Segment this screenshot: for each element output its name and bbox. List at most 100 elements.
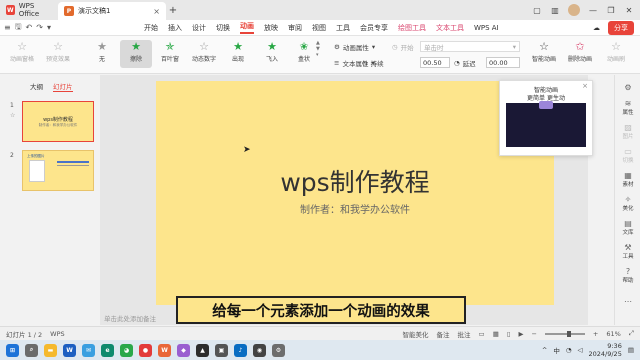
anim-fly-in[interactable]: ★ 飞入 — [256, 40, 288, 63]
smart-anim-button[interactable]: ☆ 智能动画 — [528, 40, 560, 63]
app3-icon[interactable]: ▲ — [196, 343, 209, 357]
app6-icon[interactable]: ◉ — [253, 343, 266, 357]
preview-button[interactable]: ☆ 预览效果 — [42, 40, 74, 63]
anim-dynamic-number[interactable]: ☆ 动态数字 — [188, 40, 220, 63]
menu-start[interactable]: 开始 — [144, 23, 158, 33]
zoom-slider[interactable] — [544, 330, 585, 337]
slide-thumbnail-1[interactable]: wps制作教程 制作者：和我学办公软件 — [22, 101, 94, 142]
app-icon[interactable]: ● — [139, 343, 152, 357]
sidebar-more[interactable]: ⋯ — [615, 297, 640, 306]
clock[interactable]: 9:36 2024/9/25 — [589, 342, 622, 358]
grid-view-icon[interactable]: ▦ — [493, 330, 499, 338]
tab-slides[interactable]: 幻灯片 — [53, 81, 73, 92]
tab-home[interactable]: W WPS Office — [0, 0, 58, 20]
minimize-icon[interactable]: — — [588, 5, 598, 15]
menu-animation[interactable]: 动画 — [240, 21, 254, 34]
menu-text-tools[interactable]: 文本工具 — [436, 23, 464, 33]
share-button[interactable]: 分享 — [608, 20, 634, 35]
sidebar-item-beautify[interactable]: ✧ 美化 — [615, 195, 640, 212]
search-icon[interactable]: ⌕ — [25, 343, 38, 357]
delay-input[interactable]: 00.00 — [486, 57, 520, 68]
reading-view-icon[interactable]: ▯ — [507, 330, 511, 338]
sidebar-item-material[interactable]: ▦ 素材 — [615, 171, 640, 188]
notification-icon[interactable]: ▤ — [628, 346, 634, 354]
avatar[interactable] — [568, 4, 580, 16]
anim-wipe[interactable]: ★ 擦除 — [120, 40, 152, 68]
tab-document[interactable]: P 演示文稿1 × — [58, 2, 166, 20]
tab-outline[interactable]: 大纲 — [30, 81, 43, 92]
anim-props-button[interactable]: ⚙ 动画属性 ▾ — [334, 42, 375, 52]
anim-blinds[interactable]: ✯ 百叶窗 — [154, 40, 186, 63]
gallery-scroll[interactable]: ▲ ▼ ▾ — [316, 40, 324, 58]
menu-slideshow[interactable]: 放映 — [264, 23, 278, 33]
wps-status[interactable]: WPS — [50, 330, 64, 338]
slide-title[interactable]: wps制作教程 — [156, 163, 554, 199]
anim-brush-button[interactable]: ☆ 动画刷 — [600, 40, 632, 63]
app5-icon[interactable]: ♪ — [234, 343, 247, 357]
wechat-icon[interactable]: ◕ — [120, 343, 133, 357]
play-icon[interactable]: ▶ — [518, 330, 523, 338]
panel-icon[interactable]: ▢ — [532, 5, 542, 15]
layout-icon[interactable]: ▥ — [550, 5, 560, 15]
menu-member[interactable]: 会员专享 — [360, 23, 388, 33]
network-icon[interactable]: ◔ — [566, 346, 572, 354]
menu-insert[interactable]: 插入 — [168, 23, 182, 33]
edge-icon[interactable]: e — [101, 343, 114, 357]
zoom-level[interactable]: 61% — [606, 330, 620, 338]
volume-icon[interactable]: ◁ — [578, 346, 583, 354]
zoom-in-icon[interactable]: + — [593, 330, 598, 338]
duration-input[interactable]: 00.50 — [420, 57, 450, 68]
menu-review[interactable]: 审阅 — [288, 23, 302, 33]
start-icon[interactable]: ⊞ — [6, 343, 19, 357]
undo-icon[interactable]: ↶ — [26, 23, 33, 32]
slide-thumbnail-2[interactable]: 上传的图片 — [22, 150, 94, 191]
sidebar-item-image[interactable]: ▨ 图片 — [615, 123, 640, 140]
delete-anim-button[interactable]: ✩ 删除动画 — [564, 40, 596, 63]
menu-drawing-tools[interactable]: 绘图工具 — [398, 23, 426, 33]
sidebar-item-help[interactable]: ? 帮助 — [615, 267, 640, 284]
save-icon[interactable]: 🖫 — [15, 21, 22, 35]
maximize-icon[interactable]: ❐ — [606, 5, 616, 15]
zoom-out-icon[interactable]: − — [531, 330, 536, 338]
fit-icon[interactable]: ⤢ — [629, 329, 634, 338]
new-tab-button[interactable]: + — [166, 5, 180, 16]
normal-view-icon[interactable]: ▭ — [479, 330, 485, 338]
close-window-icon[interactable]: ✕ — [624, 5, 634, 15]
dropdown-icon[interactable]: ▾ — [47, 23, 51, 32]
folder-icon[interactable]: ▬ — [44, 343, 57, 357]
ime-icon[interactable]: 中 — [553, 345, 560, 355]
wps-taskbar-icon[interactable]: W — [158, 343, 171, 357]
smart-star-icon: ☆ — [539, 40, 549, 53]
app4-icon[interactable]: ▣ — [215, 343, 228, 357]
app2-icon[interactable]: ◆ — [177, 343, 190, 357]
tray-chevron-icon[interactable]: ^ — [542, 346, 547, 354]
slide-canvas[interactable]: wps制作教程 制作者：和我学办公软件 ➤ — [156, 81, 554, 305]
notes-placeholder[interactable]: 单击此处添加备注 — [104, 313, 156, 323]
app7-icon[interactable]: ⚙ — [272, 343, 285, 357]
sidebar-item-tools[interactable]: ⚒ 工具 — [615, 243, 640, 260]
anim-appear[interactable]: ★ 出现 — [222, 40, 254, 63]
anim-none[interactable]: ★ 无 — [86, 40, 118, 63]
sidebar-item-settings[interactable]: ⚙ — [615, 83, 640, 92]
comment-button[interactable]: 批注 — [458, 329, 471, 339]
animation-pane-button[interactable]: ☆ 动画窗格 — [6, 40, 38, 63]
sidebar-item-transition[interactable]: ▭ 切换 — [615, 147, 640, 164]
menu-wps-ai[interactable]: WPS AI — [474, 24, 499, 32]
smart-beautify-button[interactable]: 智能美化 — [403, 329, 429, 339]
menu-tools[interactable]: 工具 — [336, 23, 350, 33]
popup-preview-video[interactable] — [506, 101, 586, 147]
tab-close-icon[interactable]: × — [153, 7, 160, 16]
menu-design[interactable]: 设计 — [192, 23, 206, 33]
menu-hamburger-icon[interactable]: ≡ — [4, 23, 11, 32]
word-icon[interactable]: W — [63, 343, 76, 357]
start-dropdown[interactable]: 单击时 ▾ — [420, 41, 520, 52]
redo-icon[interactable]: ↷ — [36, 23, 43, 32]
menu-view[interactable]: 视图 — [312, 23, 326, 33]
cloud-icon[interactable]: ☁ — [593, 24, 600, 32]
mail-icon[interactable]: ✉ — [82, 343, 95, 357]
slide-subtitle[interactable]: 制作者：和我学办公软件 — [156, 201, 554, 216]
sidebar-item-library[interactable]: ▤ 文库 — [615, 219, 640, 236]
sidebar-item-properties[interactable]: ≋ 属性 — [615, 99, 640, 116]
menu-transition[interactable]: 切换 — [216, 23, 230, 33]
notes-button[interactable]: 备注 — [437, 329, 450, 339]
